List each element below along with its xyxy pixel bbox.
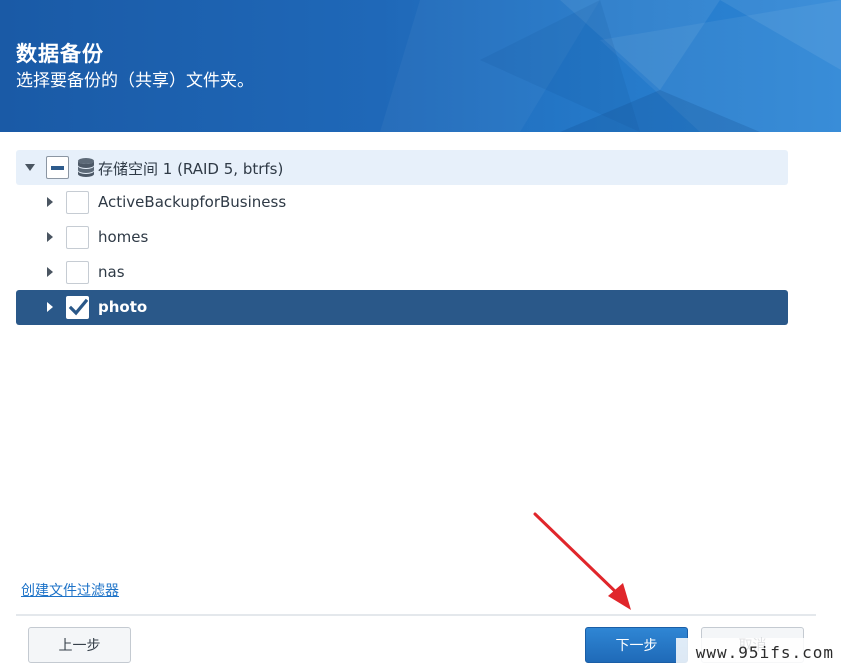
tree-row-folder[interactable]: ActiveBackupforBusiness [16,185,788,220]
footer-divider [16,614,816,616]
tree-row-folder[interactable]: homes [16,220,788,255]
volume-checkbox[interactable] [46,156,69,179]
tree-row-folder[interactable]: nas [16,255,788,290]
folder-label: ActiveBackupforBusiness [98,193,286,211]
page-subtitle: 选择要备份的（共享）文件夹。 [16,66,254,91]
checkmark-icon [68,298,88,318]
watermark-text: www.95ifs.com [676,638,836,666]
tree-row-volume[interactable]: 存储空间 1 (RAID 5, btrfs) [16,150,788,185]
collapse-arrow-icon[interactable] [25,164,35,171]
expand-arrow-icon[interactable] [47,197,53,207]
next-button[interactable]: 下一步 [585,627,688,663]
tree-row-folder-selected[interactable]: photo [16,290,788,325]
folder-label: nas [98,263,125,281]
folder-checkbox[interactable] [66,261,89,284]
folder-checkbox-checked[interactable] [66,296,89,319]
create-file-filter-link[interactable]: 创建文件过滤器 [21,580,119,600]
folder-checkbox[interactable] [66,191,89,214]
folder-label: photo [98,298,147,316]
expand-arrow-icon[interactable] [47,232,53,242]
folder-label: homes [98,228,148,246]
volume-label: 存储空间 1 (RAID 5, btrfs) [98,158,283,179]
expand-arrow-icon[interactable] [47,302,53,312]
expand-arrow-icon[interactable] [47,267,53,277]
previous-button[interactable]: 上一步 [28,627,131,663]
page-title: 数据备份 [16,38,104,68]
folder-tree: 存储空间 1 (RAID 5, btrfs) ActiveBackupforBu… [16,150,788,325]
wizard-header: 数据备份 选择要备份的（共享）文件夹。 [0,0,841,132]
database-icon [77,157,95,177]
folder-checkbox[interactable] [66,226,89,249]
